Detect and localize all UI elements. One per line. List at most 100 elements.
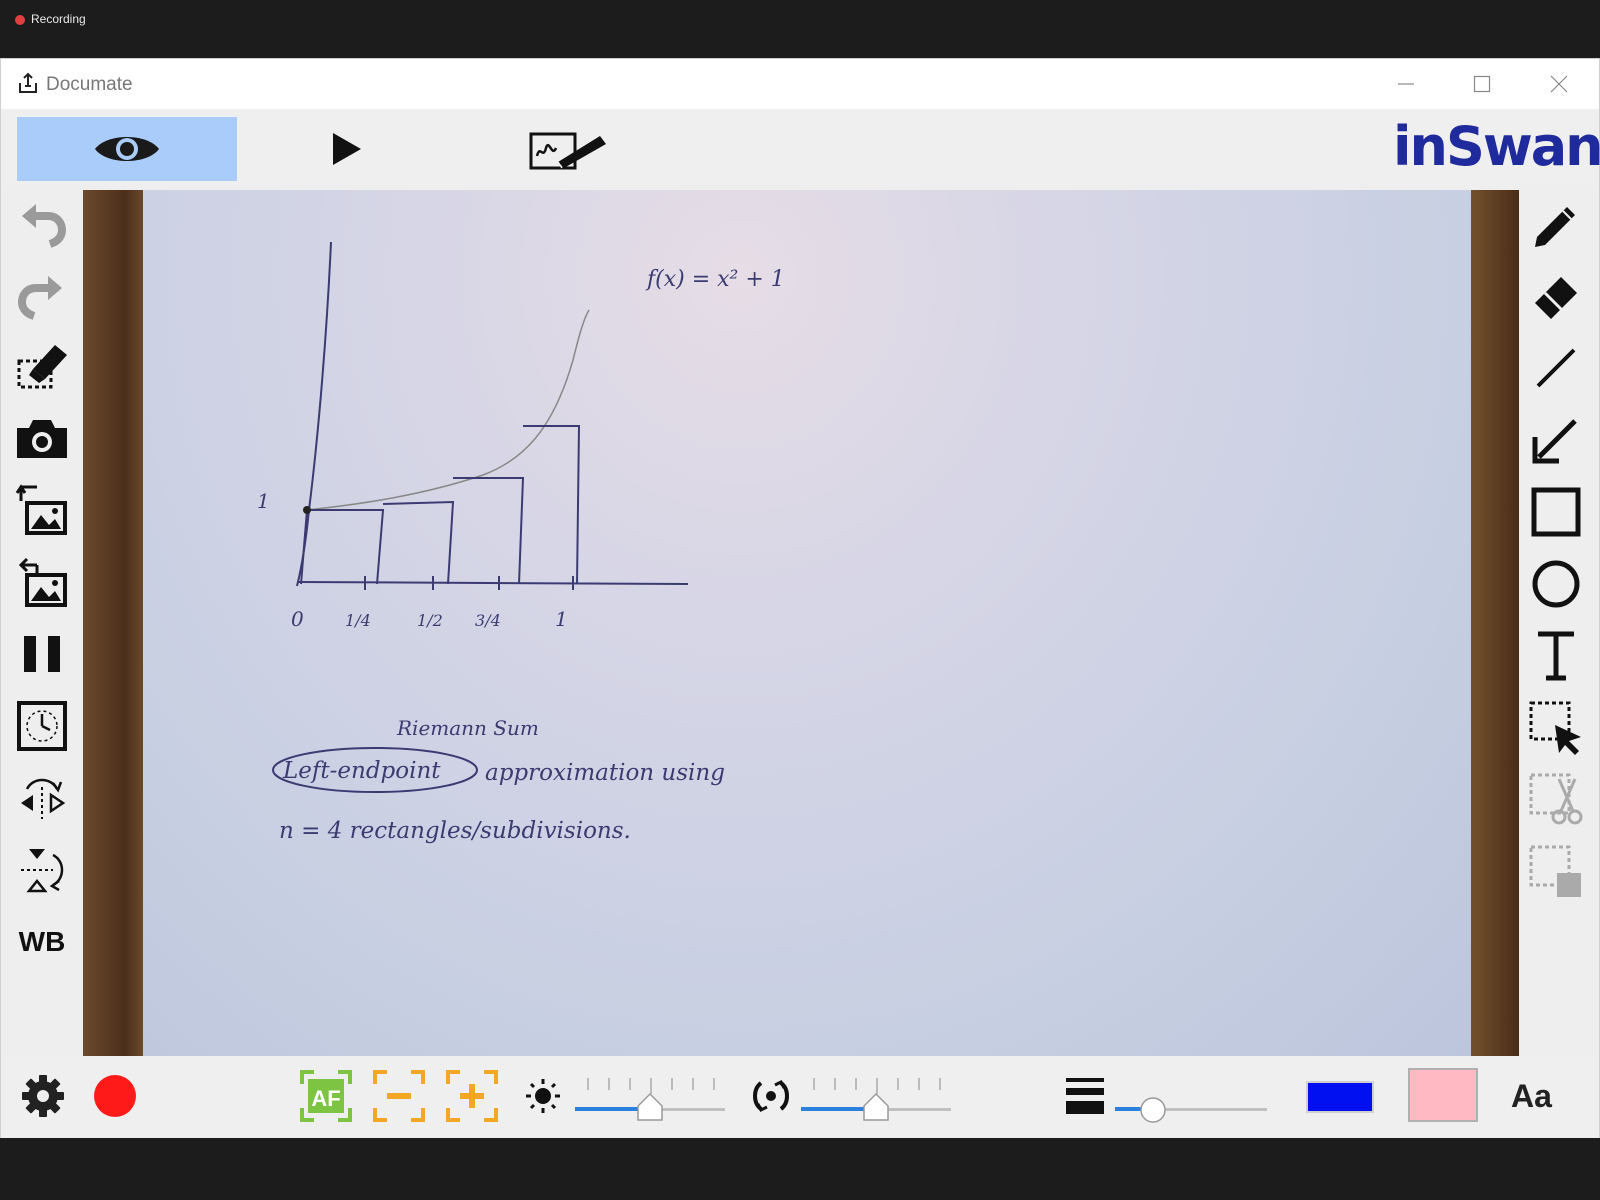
eraser-tool-button[interactable] <box>1527 267 1585 325</box>
flip-horizontal-button[interactable] <box>13 769 71 827</box>
play-mode-button[interactable] <box>311 117 383 181</box>
circle-tool-button[interactable] <box>1527 555 1585 613</box>
slider-tick <box>834 1078 836 1090</box>
slider-thumb[interactable] <box>1139 1096 1167 1126</box>
pause-icon <box>24 636 60 672</box>
window-title: Documate <box>46 74 133 95</box>
x-tick-0: 0 <box>291 607 304 631</box>
clear-annotations-button[interactable] <box>13 337 71 395</box>
x-tick-1-2: 1/2 <box>417 611 443 630</box>
text-tool-button[interactable] <box>1527 627 1585 685</box>
record-icon <box>94 1075 136 1117</box>
preview-mode-button[interactable] <box>17 117 237 181</box>
autofocus-button[interactable]: AF <box>298 1068 354 1124</box>
subdivisions-text: n = 4 rectangles/subdivisions. <box>279 818 631 844</box>
line-tool-button[interactable] <box>1527 339 1585 397</box>
camera-view[interactable]: f(x) = x² + 1 1 0 1/4 1/2 3/4 1 Riemann … <box>83 190 1519 1057</box>
cut-tool-button[interactable] <box>1527 771 1585 829</box>
whiteboard-button[interactable]: WB <box>13 913 71 971</box>
record-button[interactable] <box>91 1068 139 1124</box>
undo-icon <box>22 204 67 248</box>
recording-dot-icon <box>15 15 25 25</box>
exposure-indicator <box>749 1068 793 1124</box>
snapshot-button[interactable] <box>13 409 71 467</box>
pen-tool-button[interactable] <box>1527 195 1585 253</box>
start-point-dot <box>303 506 311 514</box>
x-tick-3-4: 3/4 <box>475 611 501 630</box>
minimize-button[interactable] <box>1383 67 1429 101</box>
left-toolbar: WB <box>1 185 83 1053</box>
brightness-slider[interactable] <box>575 1070 725 1122</box>
fill-color-button[interactable] <box>1408 1068 1478 1122</box>
undo-button[interactable] <box>13 193 71 251</box>
arrow-tool-button[interactable] <box>1527 411 1585 469</box>
export-image-button[interactable] <box>13 553 71 611</box>
line-width-indicator <box>1063 1068 1107 1124</box>
right-toolbar <box>1517 185 1599 1053</box>
rectangle-tool-button[interactable] <box>1527 483 1585 541</box>
slider-tick <box>692 1078 694 1090</box>
text-icon <box>1538 631 1574 681</box>
brightness-indicator <box>523 1068 563 1124</box>
slider-thumb[interactable] <box>636 1092 664 1122</box>
slider-thumb[interactable] <box>862 1092 890 1122</box>
slider-tick <box>897 1078 899 1090</box>
paste-icon <box>1529 845 1581 897</box>
zoom-out-icon <box>373 1070 425 1122</box>
zoom-out-button[interactable] <box>371 1068 427 1124</box>
bottom-toolbar: AF Aa <box>1 1056 1599 1138</box>
slider-tick <box>713 1078 715 1090</box>
eraser-icon <box>1535 277 1577 319</box>
paste-tool-button[interactable] <box>1527 843 1585 901</box>
slider-tick <box>855 1078 857 1090</box>
curve-line <box>306 309 590 511</box>
select-tool-button[interactable] <box>1527 699 1585 757</box>
cut-icon <box>1529 773 1583 825</box>
maximize-button[interactable] <box>1459 67 1505 101</box>
close-button[interactable] <box>1536 67 1582 101</box>
flip-vertical-button[interactable] <box>13 841 71 899</box>
autofocus-label: AF <box>311 1086 340 1111</box>
import-image-icon <box>15 484 67 535</box>
exposure-icon <box>753 1079 789 1113</box>
arrow-icon <box>1532 419 1577 464</box>
line-width-slider[interactable] <box>1115 1070 1267 1123</box>
gear-icon <box>22 1075 64 1117</box>
graph-axes <box>296 241 689 587</box>
riemann-title: Riemann Sum <box>396 716 539 740</box>
recording-label: Recording <box>31 12 86 26</box>
pause-button[interactable] <box>13 625 71 683</box>
stroke-color-button[interactable] <box>1306 1081 1374 1113</box>
import-image-button[interactable] <box>13 481 71 539</box>
flip-horizontal-icon <box>21 778 66 819</box>
exposure-slider[interactable] <box>801 1070 951 1122</box>
flip-vertical-icon <box>21 849 64 893</box>
rectangle-icon <box>1531 487 1581 537</box>
play-icon <box>333 133 361 165</box>
line-width-icon <box>1066 1078 1104 1114</box>
annotate-mode-button[interactable] <box>521 117 617 181</box>
x-tick-1-4: 1/4 <box>345 611 371 630</box>
x-tick-1: 1 <box>555 607 568 631</box>
zoom-in-icon <box>446 1070 498 1122</box>
clear-annotations-icon <box>17 345 67 389</box>
redo-button[interactable] <box>13 265 71 323</box>
slider-tick <box>671 1078 673 1090</box>
settings-button[interactable] <box>19 1068 67 1124</box>
handwritten-sketch: f(x) = x² + 1 1 0 1/4 1/2 3/4 1 Riemann … <box>257 241 785 844</box>
brightness-icon <box>526 1079 560 1113</box>
slider-tick <box>587 1078 589 1090</box>
slider-tick <box>939 1078 941 1090</box>
slider-tick <box>629 1078 631 1090</box>
y-axis-label-1: 1 <box>257 489 270 513</box>
title-bar: Documate <box>1 59 1599 109</box>
bottom-strip <box>0 1139 1600 1200</box>
zoom-in-button[interactable] <box>444 1068 500 1124</box>
app-window: Documate inSwan WB f(x) = x² + 1 1 0 1/4… <box>0 58 1600 1138</box>
maximize-icon <box>1473 75 1491 93</box>
font-button[interactable]: Aa <box>1511 1078 1552 1115</box>
minimize-icon <box>1398 83 1414 85</box>
timer-button[interactable] <box>13 697 71 755</box>
slider-tick <box>918 1078 920 1090</box>
brand-logo: inSwan <box>1393 115 1600 178</box>
